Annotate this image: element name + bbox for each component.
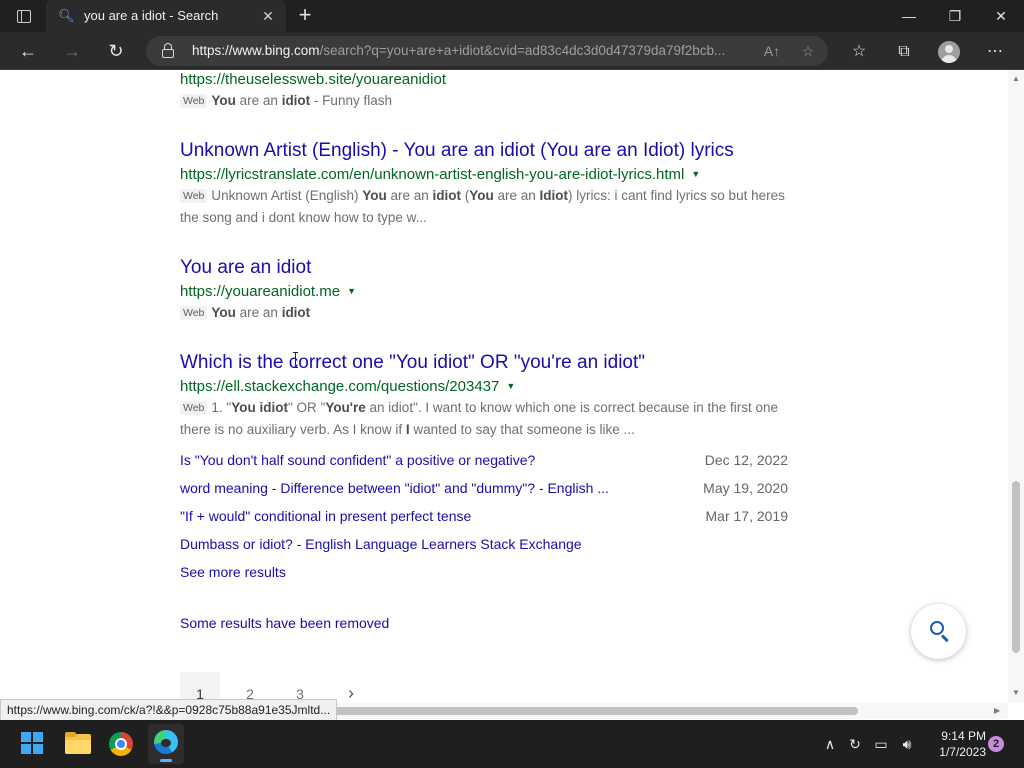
search-results-page: https://theuselessweb.site/youareanidiot… <box>0 71 1008 703</box>
caret-down-icon: ▼ <box>691 169 701 179</box>
scroll-down-icon: ▼ <box>1012 688 1020 697</box>
result-snippet: Web You are an idiot <box>180 302 790 324</box>
result-title-link[interactable]: You are an idiot <box>180 257 311 279</box>
tab-close-button[interactable]: ✕ <box>258 6 278 26</box>
clock-time: 9:14 PM <box>941 729 986 743</box>
text-cursor-icon <box>293 352 299 368</box>
scroll-up-icon: ▲ <box>1012 74 1020 83</box>
see-more-results-link[interactable]: See more results <box>180 564 286 580</box>
deep-link-date: May 19, 2020 <box>703 480 788 496</box>
tab-actions-icon[interactable] <box>10 6 38 26</box>
scrollbar-thumb[interactable] <box>320 707 858 715</box>
tab-active[interactable]: 🔍︎ you are a idiot - Search ✕ <box>46 0 286 32</box>
deep-link-row: word meaning - Difference between "idiot… <box>180 480 788 502</box>
collections-icon[interactable]: ⧉ <box>891 41 917 63</box>
show-hidden-icons-icon[interactable]: ∧ <box>819 733 841 755</box>
tab-title: you are a idiot - Search <box>84 8 219 23</box>
notification-badge[interactable]: 2 <box>988 736 1004 752</box>
minimize-button[interactable]: — <box>886 0 932 32</box>
restore-button[interactable]: ❐ <box>932 0 978 32</box>
result-url[interactable]: https://lyricstranslate.com/en/unknown-a… <box>180 166 700 183</box>
caret-down-icon: ▼ <box>506 381 516 391</box>
web-tag: Web <box>180 401 208 415</box>
profile-icon[interactable] <box>938 41 960 63</box>
taskbar: ∧ ↻ ▭ 🔊︎ 9:14 PM 1/7/2023 2 <box>0 720 1024 768</box>
toolbar: ← → ↻ https://www.bing.com/search?q=you+… <box>0 32 1024 70</box>
volume-icon[interactable]: 🔊︎ <box>896 733 918 755</box>
removed-results-link[interactable]: Some results have been removed <box>180 615 389 631</box>
scrollbar-thumb[interactable] <box>1012 481 1020 653</box>
clock[interactable]: 9:14 PM 1/7/2023 <box>926 728 986 760</box>
network-icon[interactable]: ▭ <box>870 733 892 755</box>
web-tag: Web <box>180 306 208 320</box>
address-bar[interactable]: https://www.bing.com/search?q=you+are+a+… <box>146 36 828 66</box>
deep-link-date: Dec 12, 2022 <box>704 452 788 468</box>
windows-start-icon[interactable] <box>17 728 49 760</box>
url-text[interactable]: https://www.bing.com/search?q=you+are+a+… <box>192 43 756 58</box>
result-title-link[interactable]: Which is the correct one "You idiot" OR … <box>180 352 645 374</box>
status-bar-url: https://www.bing.com/ck/a?!&&p=0928c75b8… <box>0 699 338 721</box>
web-tag: Web <box>180 189 208 203</box>
close-window-button[interactable]: ✕ <box>978 0 1024 32</box>
vertical-scrollbar[interactable]: ▲ ▼ <box>1008 71 1024 703</box>
edge-icon[interactable] <box>148 724 184 764</box>
read-aloud-icon[interactable]: A↑ <box>760 41 784 61</box>
refresh-icon[interactable]: ↻ <box>101 37 131 65</box>
result-snippet: Web You are an idiot - Funny flash <box>180 90 790 112</box>
add-favorite-icon[interactable]: ☆ <box>796 41 820 61</box>
back-arrow-icon[interactable]: ← <box>13 37 43 65</box>
deep-link-row: Dumbass or idiot? - English Language Lea… <box>180 536 788 558</box>
deep-link-row: Is "You don't half sound confident" a po… <box>180 452 788 474</box>
clock-date: 1/7/2023 <box>939 745 986 759</box>
result-url[interactable]: https://theuselessweb.site/youareanidiot <box>180 71 446 88</box>
more-icon[interactable]: ⋯ <box>982 41 1008 63</box>
file-explorer-icon[interactable] <box>62 728 94 760</box>
search-fab-button[interactable] <box>911 604 966 659</box>
deep-link[interactable]: "If + would" conditional in present perf… <box>180 508 471 524</box>
scroll-right-icon: ▶ <box>994 706 1001 715</box>
caret-down-icon: ▼ <box>347 286 357 296</box>
favorites-icon[interactable]: ☆ <box>846 41 872 63</box>
result-snippet: Web Unknown Artist (English) You are an i… <box>180 188 785 225</box>
next-page-icon[interactable]: › <box>340 683 362 703</box>
search-favicon-icon: 🔍︎ <box>58 8 75 23</box>
sync-icon[interactable]: ↻ <box>844 733 866 755</box>
chrome-icon[interactable] <box>105 728 137 760</box>
web-tag: Web <box>180 94 208 108</box>
deep-link[interactable]: Dumbass or idiot? - English Language Lea… <box>180 536 582 552</box>
deep-link[interactable]: word meaning - Difference between "idiot… <box>180 480 609 496</box>
result-url[interactable]: https://youareanidiot.me ▼ <box>180 283 356 300</box>
search-icon <box>930 621 944 635</box>
deep-link-date: Mar 17, 2019 <box>705 508 789 524</box>
result-snippet: Web 1. "You idiot" OR "You're an idiot". … <box>180 400 779 437</box>
lock-icon[interactable] <box>162 43 174 58</box>
title-bar: 🔍︎ you are a idiot - Search ✕ + — ❐ ✕ <box>0 0 1024 32</box>
result-url[interactable]: https://ell.stackexchange.com/questions/… <box>180 378 515 395</box>
deep-link-row: "If + would" conditional in present perf… <box>180 508 788 530</box>
deep-link[interactable]: Is "You don't half sound confident" a po… <box>180 452 535 468</box>
forward-arrow-icon: → <box>63 41 81 61</box>
new-tab-button[interactable]: + <box>292 4 318 28</box>
result-title-link[interactable]: Unknown Artist (English) - You are an id… <box>180 140 734 162</box>
